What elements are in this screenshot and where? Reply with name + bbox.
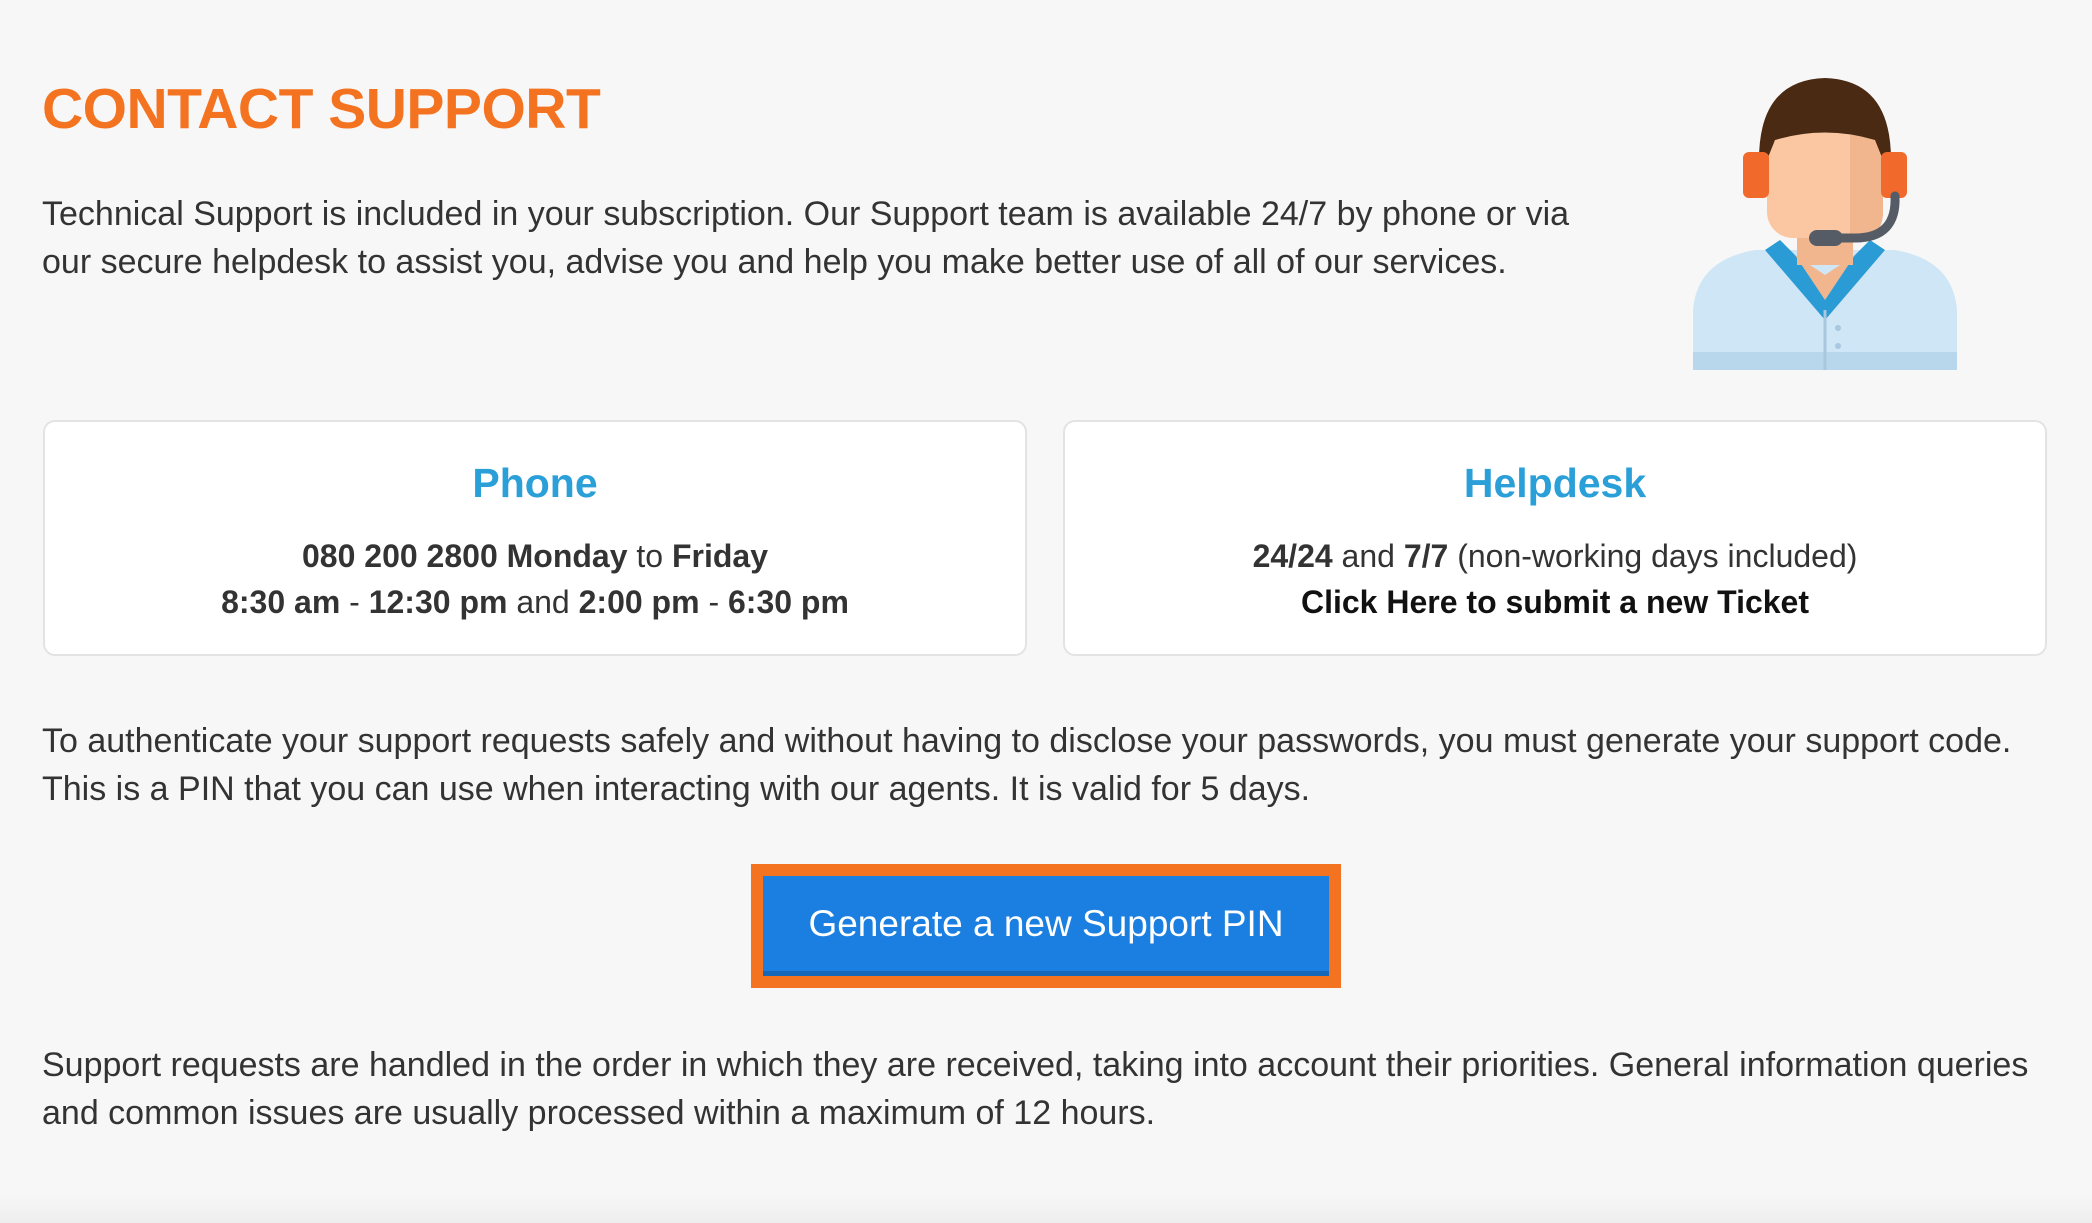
phone-hours-line: 8:30 am - 12:30 pm and 2:00 pm - 6:30 pm [45,580,1025,624]
dash: - [708,584,720,620]
auth-paragraph: To authenticate your support requests sa… [42,722,2012,808]
helpdesk-hours: 24/24 [1252,538,1333,574]
phone-number: 080 200 2800 [301,538,498,574]
generate-support-pin-button[interactable]: Generate a new Support PIN [763,876,1329,976]
intro-paragraph: Technical Support is included in your su… [42,195,1570,281]
contact-support-page: CONTACT SUPPORT Technical Support is inc… [0,0,2092,1223]
helpdesk-card: Helpdesk 24/24 and 7/7 (non-working days… [1063,420,2047,656]
footer-paragraph: Support requests are handled in the orde… [42,1046,2029,1132]
phone-card: Phone 080 200 2800 Monday to Friday 8:30… [43,420,1027,656]
pin-button-focus-ring: Generate a new Support PIN [751,864,1341,988]
helpdesk-hours-line: 24/24 and 7/7 (non-working days included… [1065,534,2045,578]
morning-start: 8:30 am [221,584,341,620]
phone-number-line: 080 200 2800 Monday to Friday [45,534,1025,578]
phone-card-title: Phone [472,460,598,506]
submit-ticket-link[interactable]: Click Here to submit a new Ticket [1301,584,1809,620]
helpdesk-link-line: Click Here to submit a new Ticket [1065,580,2045,624]
morning-end: 12:30 pm [368,584,508,620]
day-from: Monday [506,538,628,574]
dash: - [349,584,360,620]
support-agent-headset-icon [1693,78,1957,370]
page-title: CONTACT SUPPORT [42,77,601,141]
day-to: Friday [671,538,769,574]
afternoon-end: 6:30 pm [727,584,849,620]
bottom-shade [0,1193,2092,1223]
helpdesk-days: 7/7 [1403,538,1449,574]
and-word: and [1341,538,1395,574]
helpdesk-card-title: Helpdesk [1463,460,1647,506]
helpdesk-note: (non-working days included) [1457,538,1858,574]
to-word: to [636,538,664,574]
afternoon-start: 2:00 pm [578,584,700,620]
and-word: and [516,584,570,620]
